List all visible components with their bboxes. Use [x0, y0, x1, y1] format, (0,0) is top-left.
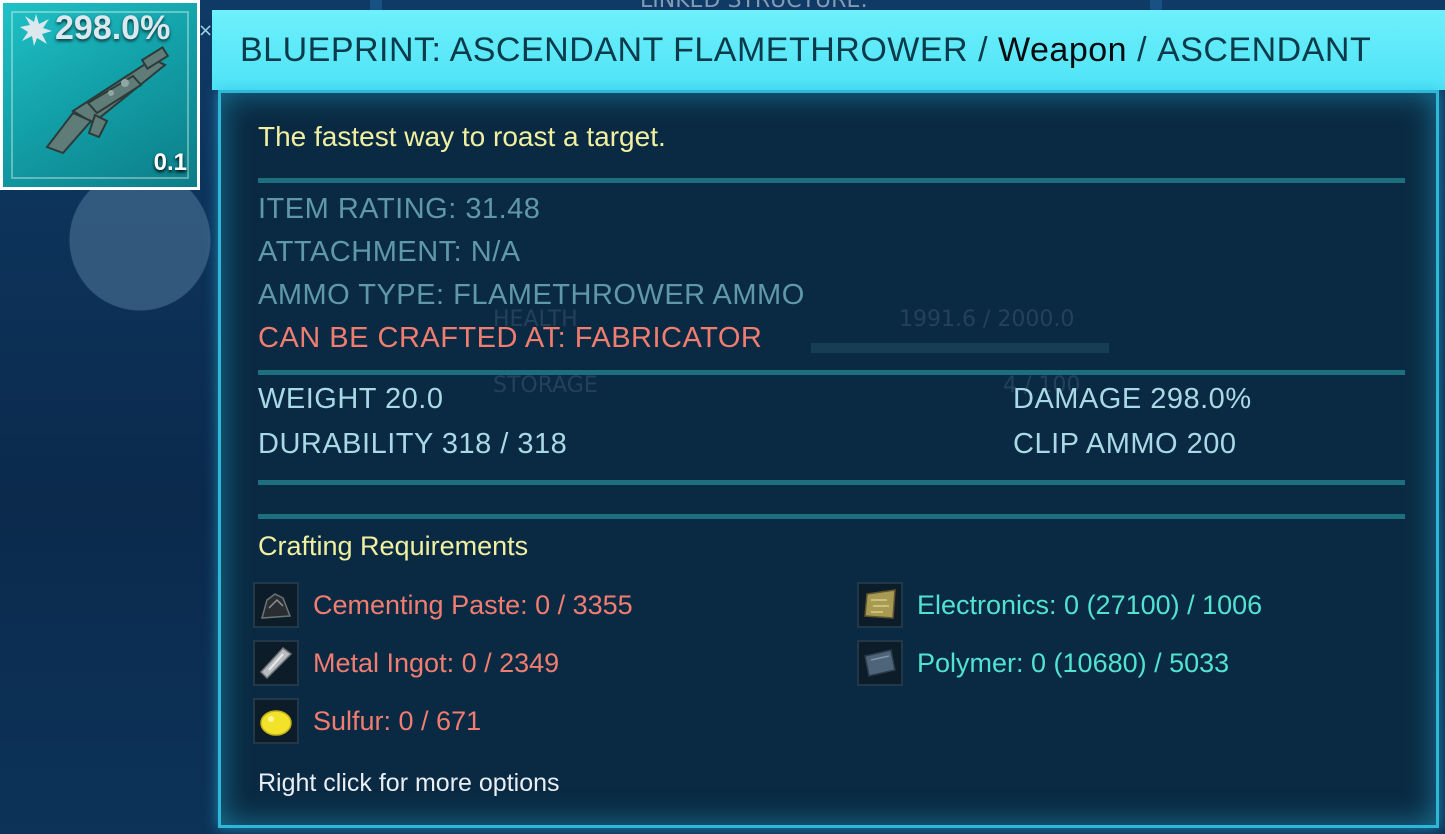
requirement-polymer: Polymer: 0 (10680) / 5033	[857, 638, 1229, 688]
item-weight: 0.1	[153, 149, 187, 176]
item-slot[interactable]: 298.0% 0.1	[0, 0, 200, 190]
divider	[258, 370, 1405, 375]
divider	[258, 514, 1405, 519]
requirement-label: Sulfur: 0 / 671	[313, 705, 482, 736]
item-rating: ITEM RATING: 31.48	[258, 193, 541, 225]
title-separator: /	[978, 30, 989, 69]
requirement-metal-ingot: Metal Ingot: 0 / 2349	[253, 638, 559, 688]
item-quality: ASCENDANT	[1157, 30, 1372, 69]
clip-ammo-stat: CLIP AMMO 200	[1013, 428, 1237, 460]
right-click-hint: Right click for more options	[258, 769, 560, 797]
requirement-label: Cementing Paste: 0 / 3355	[313, 589, 633, 620]
ammo-type: AMMO TYPE: FLAMETHROWER AMMO	[258, 279, 805, 311]
metal-ingot-icon	[253, 640, 299, 686]
requirement-label: Electronics: 0 (27100) / 1006	[917, 589, 1263, 620]
requirement-sulfur: Sulfur: 0 / 671	[253, 696, 481, 746]
storage-label: STORAGE	[493, 373, 598, 398]
health-bar	[811, 343, 1109, 353]
close-icon[interactable]: ×	[198, 20, 213, 41]
electronics-icon	[857, 582, 903, 628]
background-stripe	[370, 0, 382, 10]
item-category: Weapon	[998, 30, 1128, 69]
damage-stat: DAMAGE 298.0%	[1013, 383, 1252, 415]
background-stripe	[1150, 0, 1162, 10]
weight-stat: WEIGHT 20.0	[258, 383, 444, 415]
health-value: 1991.6 / 2000.0	[899, 307, 1075, 332]
title-separator: /	[1137, 30, 1148, 69]
polymer-icon	[857, 640, 903, 686]
divider	[258, 178, 1405, 183]
divider	[258, 480, 1405, 485]
requirement-cementing-paste: Cementing Paste: 0 / 3355	[253, 580, 633, 630]
sulfur-icon	[253, 698, 299, 744]
requirement-label: Polymer: 0 (10680) / 5033	[917, 647, 1230, 678]
requirement-label: Metal Ingot: 0 / 2349	[313, 647, 560, 678]
durability-stat: DURABILITY 318 / 318	[258, 428, 568, 460]
flamethrower-icon	[45, 46, 170, 155]
attachment-info: ATTACHMENT: N/A	[258, 236, 521, 268]
crafted-at-station: CAN BE CRAFTED AT: FABRICATOR	[258, 322, 763, 354]
item-tooltip-panel: HEALTH 1991.6 / 2000.0 STORAGE 4 / 100 T…	[218, 90, 1439, 828]
blueprint-title: BLUEPRINT: ASCENDANT FLAMETHROWER	[240, 30, 969, 69]
requirement-electronics: Electronics: 0 (27100) / 1006	[857, 580, 1262, 630]
crafting-requirements-title: Crafting Requirements	[258, 531, 529, 561]
item-description: The fastest way to roast a target.	[258, 121, 666, 152]
tooltip-title-bar: BLUEPRINT: ASCENDANT FLAMETHROWER / Weap…	[212, 10, 1445, 90]
cementing-paste-icon	[253, 582, 299, 628]
